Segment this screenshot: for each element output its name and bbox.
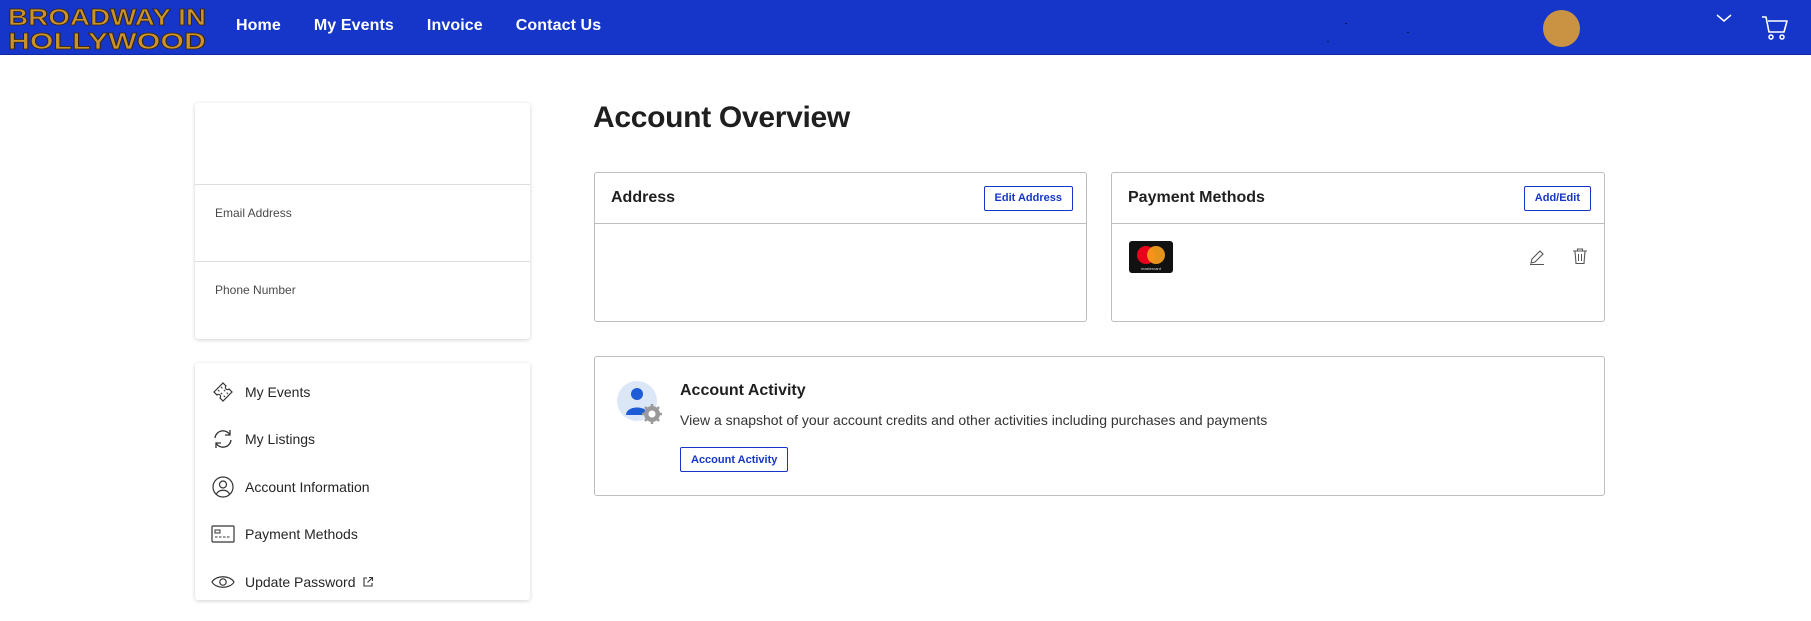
card-icon [210, 521, 236, 547]
eye-icon [210, 569, 236, 595]
nav-my-events[interactable]: My Events [314, 17, 394, 35]
mastercard-logo: mastercard [1129, 241, 1173, 273]
add-edit-payment-button[interactable]: Add/Edit [1523, 185, 1591, 211]
edit-address-button[interactable]: Edit Address [983, 185, 1073, 211]
trash-icon[interactable] [1571, 247, 1589, 265]
external-link-icon [362, 576, 373, 587]
profile-card: Email Address Phone Number [195, 103, 530, 339]
sidebar-item-label: My Events [245, 383, 311, 400]
logo-line-2: HOLLYWOOD [8, 28, 206, 52]
phone-row: Phone Number [195, 262, 530, 339]
tickets-icon [210, 379, 236, 405]
mastercard-wordmark: mastercard [1140, 266, 1161, 271]
email-label: Email Address [215, 206, 292, 220]
sidebar-item-my-events[interactable]: My Events [195, 368, 530, 416]
account-activity-description: View a snapshot of your account credits … [680, 412, 1268, 428]
sidebar-item-label: Update Password [245, 573, 356, 590]
main-nav: Home My Events Invoice Contact Us [236, 0, 634, 52]
sidebar-item-account-information[interactable]: Account Information [195, 463, 530, 511]
payment-methods-panel: Payment Methods Add/Edit mastercard [1111, 172, 1605, 322]
address-title: Address [611, 189, 676, 206]
cart-icon[interactable] [1761, 14, 1789, 42]
nav-home[interactable]: Home [236, 17, 281, 35]
sidebar-item-label: Payment Methods [245, 526, 358, 543]
nav-invoice[interactable]: Invoice [427, 17, 483, 35]
refresh-icon [210, 426, 236, 452]
top-navigation-bar: BROADWAY IN HOLLYWOOD Home My Events Inv… [0, 0, 1811, 55]
sidebar-item-label: Account Information [245, 478, 370, 495]
sidebar-item-label: My Listings [245, 431, 316, 448]
chevron-down-icon[interactable] [1714, 11, 1734, 25]
sidebar-item-payment-methods[interactable]: Payment Methods [195, 511, 530, 559]
pencil-icon[interactable] [1528, 248, 1546, 266]
payment-panel-header: Payment Methods Add/Edit [1112, 173, 1604, 224]
profile-name-area [195, 103, 530, 185]
nav-contact-us[interactable]: Contact Us [516, 17, 601, 35]
account-activity-icon [617, 381, 662, 424]
account-activity-title: Account Activity [680, 382, 806, 399]
user-avatar[interactable] [1543, 10, 1580, 47]
address-panel-header: Address Edit Address [595, 173, 1086, 224]
user-icon [210, 474, 236, 500]
account-activity-button[interactable]: Account Activity [680, 447, 789, 472]
account-menu: My Events My Listings Account Informatio… [195, 363, 530, 600]
site-logo[interactable]: BROADWAY IN HOLLYWOOD [6, 4, 210, 52]
account-activity-panel: Account Activity View a snapshot of your… [594, 356, 1605, 496]
sidebar-item-update-password[interactable]: Update Password [195, 558, 530, 606]
address-panel: Address Edit Address [594, 172, 1087, 322]
email-row: Email Address [195, 185, 530, 262]
page-title: Account Overview [593, 101, 850, 134]
logo-line-1: BROADWAY IN [8, 4, 206, 30]
phone-label: Phone Number [215, 283, 296, 297]
sidebar-item-my-listings[interactable]: My Listings [195, 416, 530, 464]
payment-methods-title: Payment Methods [1128, 189, 1265, 206]
